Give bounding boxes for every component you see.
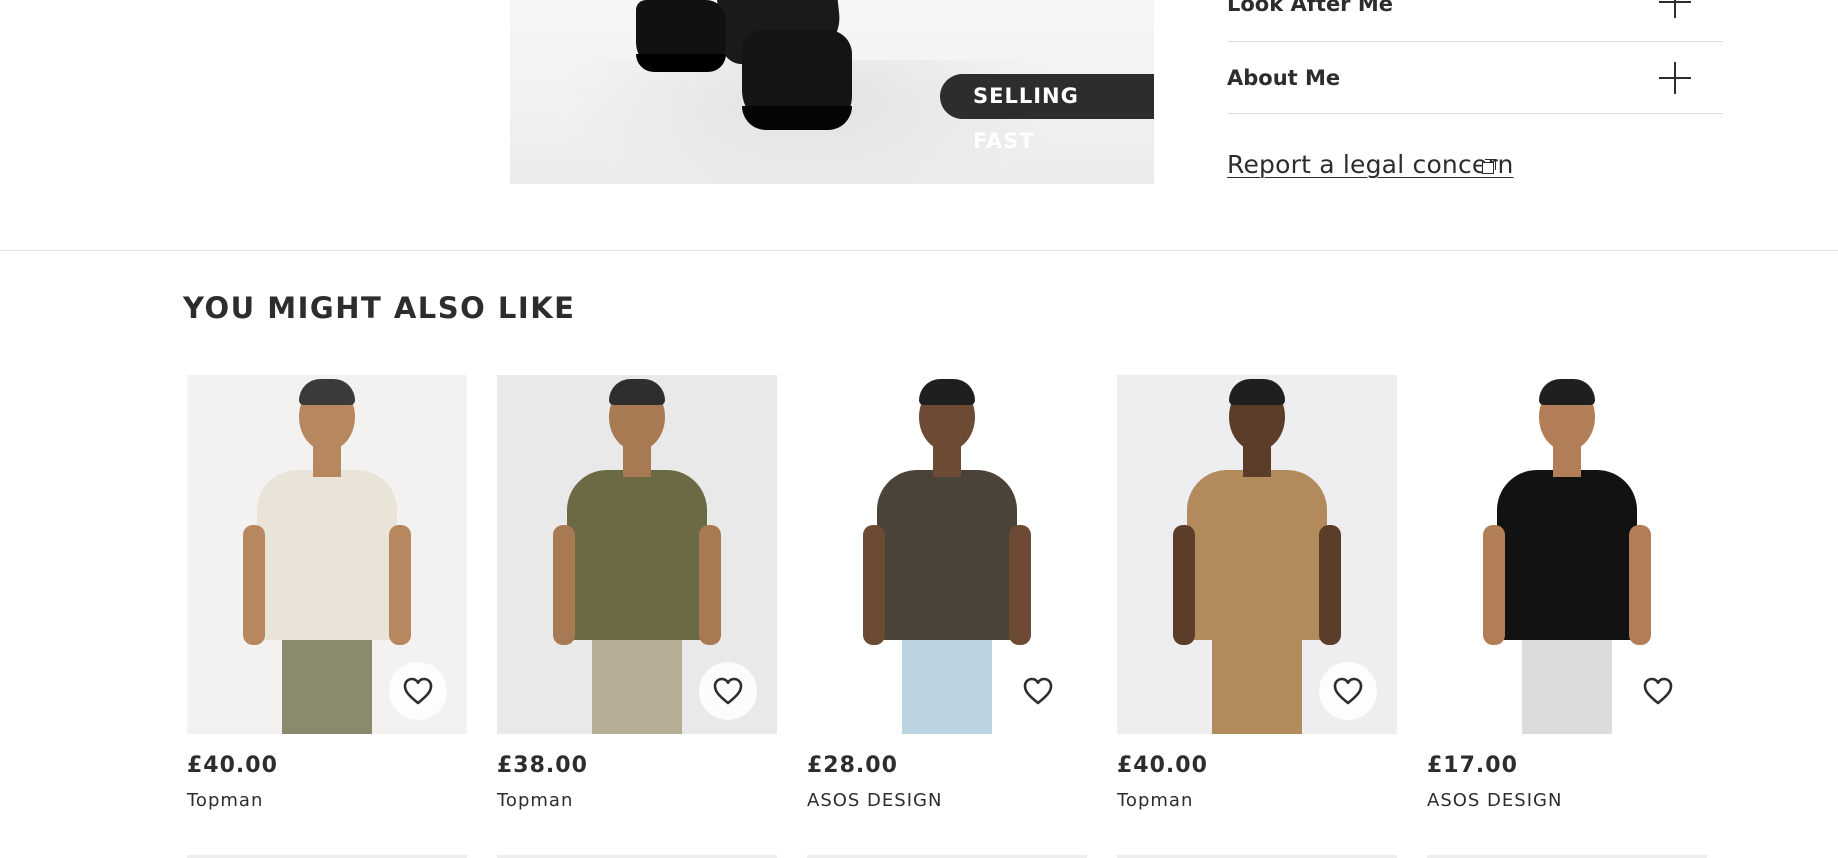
- product-brand: ASOS DESIGN: [1427, 790, 1563, 811]
- product-image[interactable]: [187, 375, 467, 734]
- selling-fast-badge: SELLING FAST: [940, 74, 1154, 153]
- heart-icon: [1023, 677, 1053, 705]
- model-legs: [592, 624, 682, 734]
- model-arm: [699, 525, 721, 645]
- product-details-accordion: Look After Me About Me: [1227, 0, 1723, 114]
- save-for-later-button[interactable]: [699, 662, 757, 720]
- model-hair: [609, 379, 665, 405]
- accordion-label: About Me: [1227, 65, 1341, 90]
- model-arm: [1009, 525, 1031, 645]
- product-image[interactable]: [1427, 375, 1707, 734]
- model-arm: [389, 525, 411, 645]
- model-arm: [1319, 525, 1341, 645]
- model-legs: [1522, 624, 1612, 734]
- accordion-about-me[interactable]: About Me: [1227, 42, 1723, 114]
- heart-icon: [713, 677, 743, 705]
- product-image[interactable]: [807, 375, 1087, 734]
- heart-icon: [1333, 677, 1363, 705]
- product-brand: Topman: [187, 790, 264, 811]
- model-arm: [1483, 525, 1505, 645]
- model-legs: [1212, 624, 1302, 734]
- product-image[interactable]: [1117, 375, 1397, 734]
- model-hair: [1539, 379, 1595, 405]
- model-arm: [1629, 525, 1651, 645]
- model-hair: [1229, 379, 1285, 405]
- model-arm: [243, 525, 265, 645]
- product-brand: ASOS DESIGN: [807, 790, 943, 811]
- plus-icon[interactable]: [1659, 0, 1691, 18]
- boot-right: [742, 30, 852, 130]
- model-hair: [299, 379, 355, 405]
- product-image[interactable]: [497, 375, 777, 734]
- save-for-later-button[interactable]: [1009, 662, 1067, 720]
- plus-icon[interactable]: [1659, 62, 1691, 94]
- accordion-look-after-me[interactable]: Look After Me: [1227, 0, 1723, 42]
- model-hair: [919, 379, 975, 405]
- save-for-later-button[interactable]: [389, 662, 447, 720]
- product-price: £38.00: [497, 753, 588, 778]
- boot-left: [636, 0, 726, 72]
- model-shirt: [257, 470, 397, 640]
- report-legal-concern-link[interactable]: Report a legal concern: [1227, 150, 1514, 179]
- product-card[interactable]: £17.00 ASOS DESIGN: [1427, 375, 1707, 813]
- product-card[interactable]: £28.00 ASOS DESIGN: [807, 375, 1087, 813]
- section-divider: [0, 250, 1838, 251]
- product-price: £17.00: [1427, 753, 1518, 778]
- product-brand: Topman: [1117, 790, 1194, 811]
- accordion-label: Look After Me: [1227, 0, 1393, 16]
- save-for-later-button[interactable]: [1629, 662, 1687, 720]
- model-shirt: [567, 470, 707, 640]
- product-card[interactable]: £40.00 Topman: [187, 375, 467, 813]
- heart-icon: [403, 677, 433, 705]
- model-legs: [902, 624, 992, 734]
- product-price: £40.00: [1117, 753, 1208, 778]
- product-price: £40.00: [187, 753, 278, 778]
- product-card[interactable]: £38.00 Topman: [497, 375, 777, 813]
- model-arm: [1173, 525, 1195, 645]
- save-for-later-button[interactable]: [1319, 662, 1377, 720]
- product-card[interactable]: £40.00 Topman: [1117, 375, 1397, 813]
- heart-icon: [1643, 677, 1673, 705]
- model-shirt: [877, 470, 1017, 640]
- product-price: £28.00: [807, 753, 898, 778]
- model-shirt: [1497, 470, 1637, 640]
- model-shirt: [1187, 470, 1327, 640]
- product-brand: Topman: [497, 790, 574, 811]
- recommendations-title: YOU MIGHT ALSO LIKE: [183, 291, 576, 325]
- model-arm: [553, 525, 575, 645]
- external-link-icon: [1480, 158, 1496, 174]
- model-arm: [863, 525, 885, 645]
- model-legs: [282, 624, 372, 734]
